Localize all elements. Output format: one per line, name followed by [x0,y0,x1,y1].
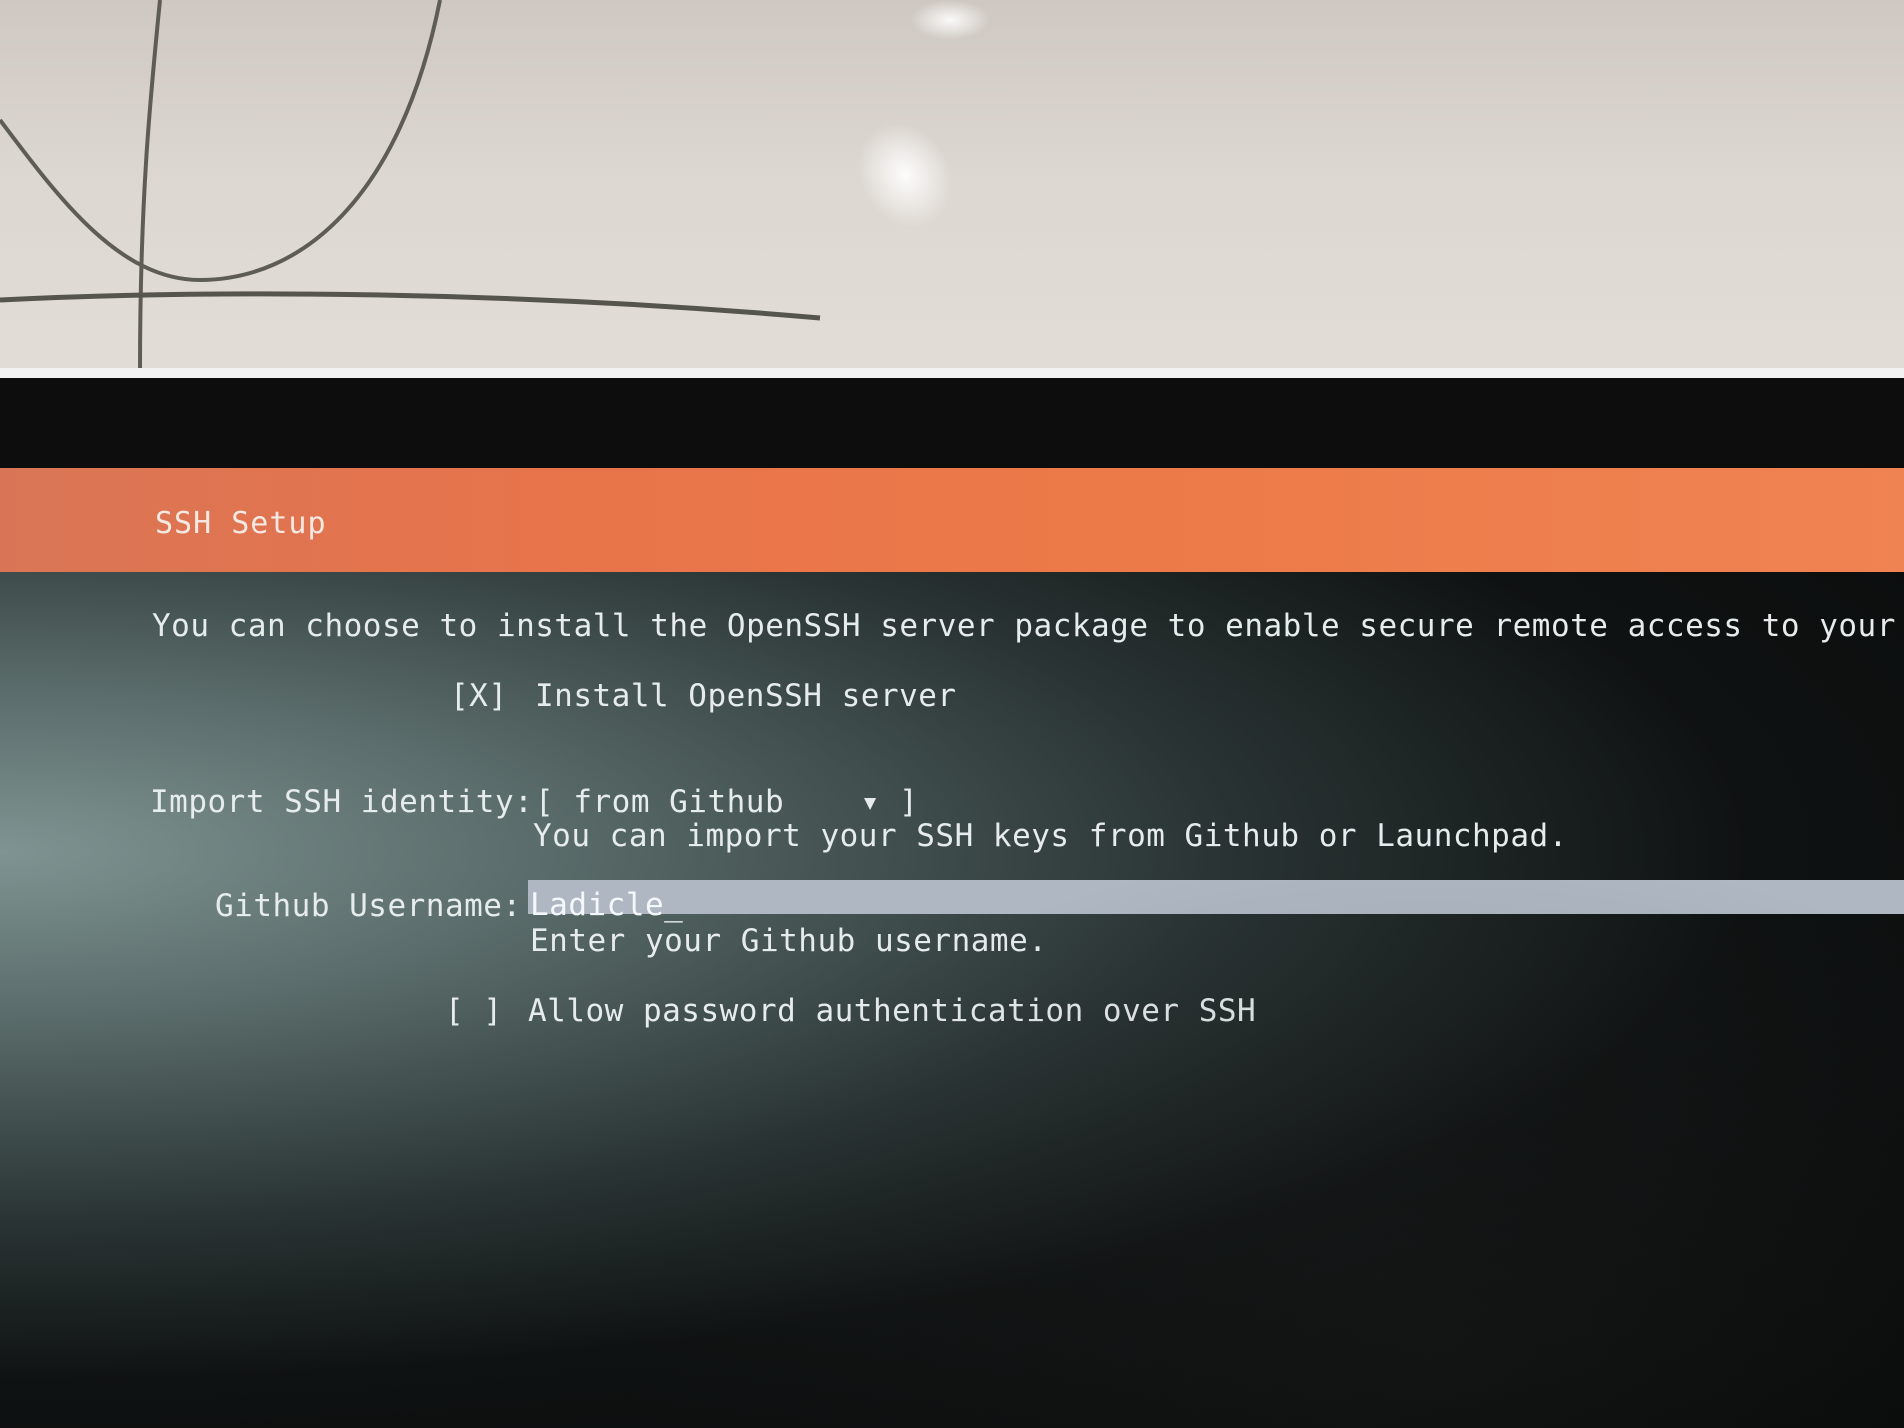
github-username-field[interactable] [528,880,1904,914]
cables-illustration [0,0,821,371]
github-username-input[interactable]: Ladicle_ [530,887,683,923]
installer-screen: SSH Setup You can choose to install the … [0,468,1904,1428]
title-bar: SSH Setup [0,468,1904,572]
intro-text: You can choose to install the OpenSSH se… [152,608,1904,644]
github-username-help: Enter your Github username. [530,923,1048,959]
import-identity-dropdown[interactable]: [ from Github ▾ ] [535,784,918,820]
window-title: SSH Setup [155,506,327,541]
install-openssh-checkbox[interactable]: [X] [450,678,508,714]
github-username-label: Github Username: [215,888,522,924]
whiteboard-wall [0,0,1904,380]
install-openssh-label[interactable]: Install OpenSSH server [535,678,957,714]
allow-password-label[interactable]: Allow password authentication over SSH [528,993,1256,1029]
import-identity-help: You can import your SSH keys from Github… [533,818,1568,854]
allow-password-checkbox[interactable]: [ ] [445,993,503,1029]
photo-scene: SSH Setup You can choose to install the … [0,0,1904,1428]
import-identity-label: Import SSH identity: [150,784,534,820]
